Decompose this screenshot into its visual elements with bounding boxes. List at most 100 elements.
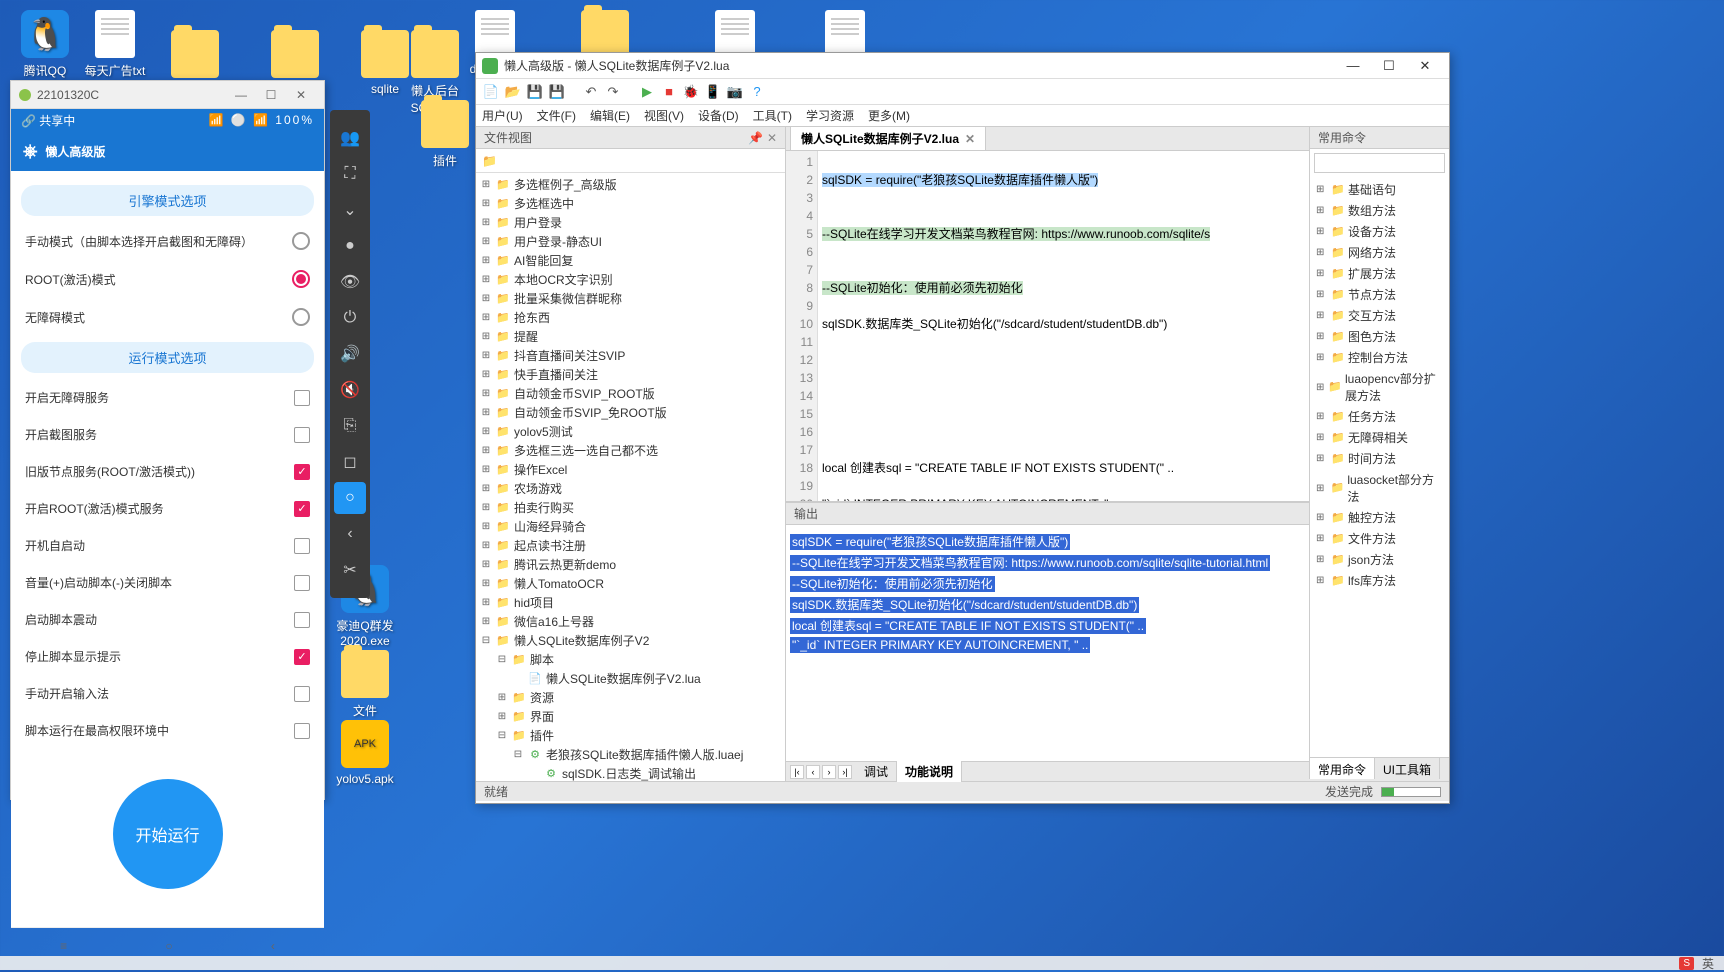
stop-icon[interactable]: ■ xyxy=(660,83,678,101)
menu-item[interactable]: 学习资源 xyxy=(806,109,854,123)
tree-item[interactable]: ⊞📁界面 xyxy=(476,707,785,726)
tree-expand-icon[interactable]: ⊞ xyxy=(480,255,492,266)
undo-icon[interactable]: ↶ xyxy=(582,83,600,101)
tree-expand-icon[interactable]: ⊟ xyxy=(480,635,492,646)
close-button[interactable]: ✕ xyxy=(286,88,316,102)
output-last-icon[interactable]: ›| xyxy=(838,765,852,779)
tree-item[interactable]: ⊞📁提醒 xyxy=(476,327,785,346)
desktop-icon[interactable]: 插件 xyxy=(410,100,480,169)
tree-item[interactable]: ⊞📁拍卖行购买 xyxy=(476,498,785,517)
desktop-icon[interactable]: APKyolov5.apk xyxy=(330,720,400,786)
ime-lang[interactable]: 英 xyxy=(1702,955,1714,972)
maximize-button[interactable]: ☐ xyxy=(256,88,286,102)
commands-list[interactable]: ⊞📁基础语句⊞📁数组方法⊞📁设备方法⊞📁网络方法⊞📁扩展方法⊞📁节点方法⊞📁交互… xyxy=(1310,177,1449,757)
command-category[interactable]: ⊞📁数组方法 xyxy=(1312,200,1447,221)
radio-icon[interactable] xyxy=(292,270,310,288)
menu-item[interactable]: 工具(T) xyxy=(753,109,792,123)
tree-item[interactable]: ⊞📁AI智能回复 xyxy=(476,251,785,270)
command-category[interactable]: ⊞📁无障碍相关 xyxy=(1312,427,1447,448)
tree-expand-icon[interactable]: ⊞ xyxy=(480,407,492,418)
checkbox-icon[interactable] xyxy=(294,686,310,702)
tree-expand-icon[interactable]: ⊞ xyxy=(480,236,492,247)
tree-item[interactable]: ⊟📁脚本 xyxy=(476,650,785,669)
tree-expand-icon[interactable]: ⊟ xyxy=(512,749,524,760)
toolbar-button[interactable]: ‹ xyxy=(334,518,366,550)
command-category[interactable]: ⊞📁lfs库方法 xyxy=(1312,570,1447,591)
tree-expand-icon[interactable]: ⊞ xyxy=(480,312,492,323)
phone-titlebar[interactable]: 22101320C — ☐ ✕ xyxy=(11,81,324,109)
toolbar-button[interactable]: ◻ xyxy=(334,446,366,478)
toolbar-button[interactable]: 🔊 xyxy=(334,338,366,370)
checkbox-icon[interactable] xyxy=(294,612,310,628)
command-category[interactable]: ⊞📁节点方法 xyxy=(1312,284,1447,305)
output-first-icon[interactable]: |‹ xyxy=(790,765,804,779)
checkbox-icon[interactable] xyxy=(294,390,310,406)
tree-item[interactable]: ⊞📁yolov5测试 xyxy=(476,422,785,441)
command-category[interactable]: ⊞📁扩展方法 xyxy=(1312,263,1447,284)
tree-item[interactable]: ⊞📁用户登录-静态UI xyxy=(476,232,785,251)
tree-item[interactable]: ⊞📁批量采集微信群昵称 xyxy=(476,289,785,308)
checkbox-icon[interactable] xyxy=(294,501,310,517)
tree-item[interactable]: ⊞📁抢东西 xyxy=(476,308,785,327)
menu-item[interactable]: 用户(U) xyxy=(482,109,523,123)
tree-item[interactable]: ⊞📁山海经异骑合 xyxy=(476,517,785,536)
engine-mode-option[interactable]: ROOT(激活)模式 xyxy=(11,260,324,298)
file-tree[interactable]: ⊞📁多选框例子_高级版⊞📁多选框选中⊞📁用户登录⊞📁用户登录-静态UI⊞📁AI智… xyxy=(476,173,785,781)
menu-item[interactable]: 编辑(E) xyxy=(590,109,630,123)
tree-expand-icon[interactable]: ⊞ xyxy=(480,198,492,209)
tree-expand-icon[interactable]: ⊞ xyxy=(480,350,492,361)
run-icon[interactable]: ▶ xyxy=(638,83,656,101)
toolbar-button[interactable]: 🔇 xyxy=(334,374,366,406)
tree-expand-icon[interactable]: ⊞ xyxy=(480,597,492,608)
tree-expand-icon[interactable]: ⊞ xyxy=(480,274,492,285)
run-mode-option[interactable]: 音量(+)启动脚本(-)关闭脚本 xyxy=(11,564,324,601)
help-icon[interactable]: ? xyxy=(748,83,766,101)
output-prev-icon[interactable]: ‹ xyxy=(806,765,820,779)
tree-item[interactable]: ⊞📁农场游戏 xyxy=(476,479,785,498)
save-icon[interactable]: 💾 xyxy=(526,83,544,101)
tree-expand-icon[interactable]: ⊞ xyxy=(480,483,492,494)
tree-item[interactable]: ⊞📁懒人TomatoOCR xyxy=(476,574,785,593)
menu-item[interactable]: 文件(F) xyxy=(537,109,576,123)
tree-item[interactable]: ⊞📁本地OCR文字识别 xyxy=(476,270,785,289)
tree-item[interactable]: ⊞📁hid项目 xyxy=(476,593,785,612)
tree-expand-icon[interactable]: ⊞ xyxy=(496,692,508,703)
tree-expand-icon[interactable]: ⊞ xyxy=(480,502,492,513)
commands-search-input[interactable] xyxy=(1314,153,1445,173)
tree-item[interactable]: ⊞📁抖音直播间关注SVIP xyxy=(476,346,785,365)
checkbox-icon[interactable] xyxy=(294,538,310,554)
tree-expand-icon[interactable]: ⊞ xyxy=(480,445,492,456)
tree-expand-icon[interactable]: ⊞ xyxy=(480,578,492,589)
tree-item[interactable]: ⊞📁多选框三选一选自己都不选 xyxy=(476,441,785,460)
toolbar-button[interactable]: ● xyxy=(334,230,366,262)
run-mode-option[interactable]: 开启无障碍服务 xyxy=(11,379,324,416)
run-mode-option[interactable]: 开启截图服务 xyxy=(11,416,324,453)
tree-expand-icon[interactable]: ⊟ xyxy=(496,730,508,741)
tree-expand-icon[interactable]: ⊞ xyxy=(480,616,492,627)
command-category[interactable]: ⊞📁网络方法 xyxy=(1312,242,1447,263)
nav-home-icon[interactable]: ○ xyxy=(165,939,172,953)
commands-tab[interactable]: 常用命令 xyxy=(1310,758,1375,779)
tree-item[interactable]: ⊞📁资源 xyxy=(476,688,785,707)
ui-toolbox-tab[interactable]: UI工具箱 xyxy=(1375,758,1440,779)
command-category[interactable]: ⊞📁任务方法 xyxy=(1312,406,1447,427)
debug-tab[interactable]: 调试 xyxy=(856,761,897,782)
command-category[interactable]: ⊞📁luaopencv部分扩展方法 xyxy=(1312,368,1447,406)
tree-expand-icon[interactable]: ⊞ xyxy=(480,293,492,304)
panel-pin-icon[interactable]: 📌 xyxy=(748,131,763,145)
toolbar-button[interactable]: 👥 xyxy=(334,122,366,154)
command-category[interactable]: ⊞📁设备方法 xyxy=(1312,221,1447,242)
run-mode-option[interactable]: 停止脚本显示提示 xyxy=(11,638,324,675)
radio-icon[interactable] xyxy=(292,308,310,326)
checkbox-icon[interactable] xyxy=(294,575,310,591)
tree-item[interactable]: ⊞📁操作Excel xyxy=(476,460,785,479)
output-next-icon[interactable]: › xyxy=(822,765,836,779)
run-mode-option[interactable]: 手动开启输入法 xyxy=(11,675,324,712)
ime-indicator[interactable]: S xyxy=(1679,957,1694,970)
toolbar-button[interactable]: ⎘ xyxy=(334,410,366,442)
tree-item[interactable]: ⊞📁微信a16上号器 xyxy=(476,612,785,631)
menu-item[interactable]: 设备(D) xyxy=(698,109,739,123)
run-mode-option[interactable]: 开机自启动 xyxy=(11,527,324,564)
command-category[interactable]: ⊞📁文件方法 xyxy=(1312,528,1447,549)
desktop-icon[interactable]: 文件 xyxy=(330,650,400,719)
